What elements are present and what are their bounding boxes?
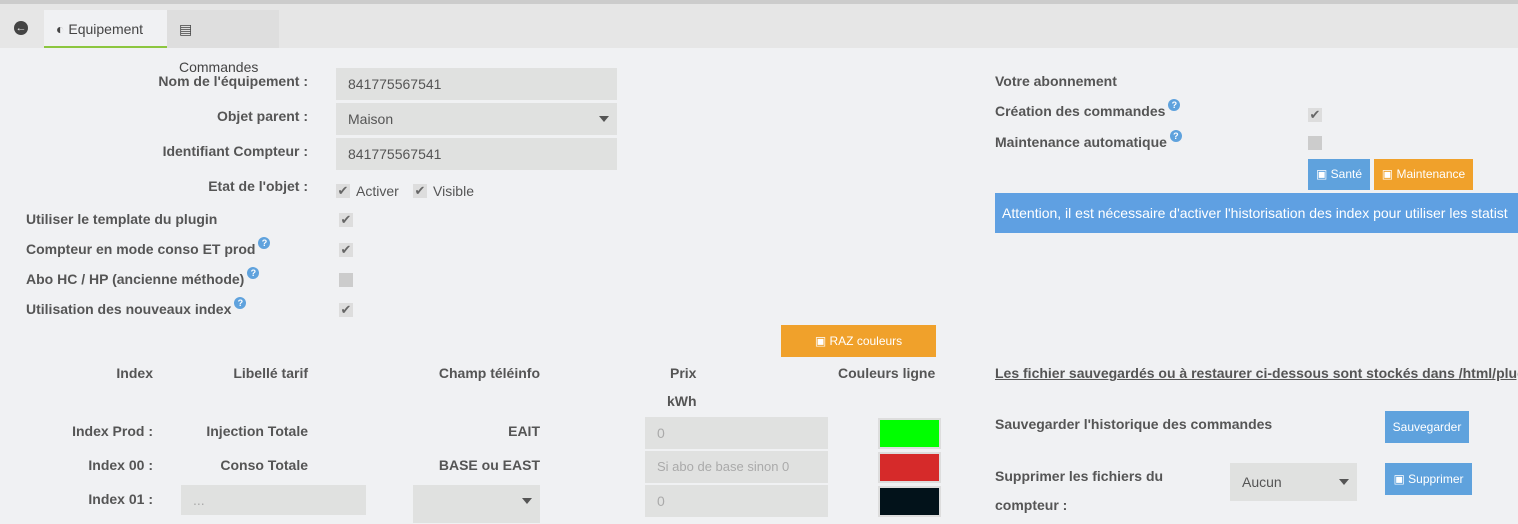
nouveaux-checkbox[interactable]: ✔ xyxy=(339,303,353,317)
abo-checkbox[interactable] xyxy=(339,273,353,287)
etat-label: Etat de l'objet : xyxy=(208,178,308,194)
nouveaux-label: Utilisation des nouveaux index? xyxy=(26,297,247,317)
dashboard-icon: ◐ xyxy=(56,21,69,37)
sante-button[interactable]: ▣ Santé xyxy=(1308,159,1370,190)
raz-label: RAZ couleurs xyxy=(829,334,903,348)
row-champ: BASE ou EAST xyxy=(438,457,540,473)
delete-select[interactable]: Aucun xyxy=(1230,463,1357,501)
back-arrow-icon[interactable]: ← xyxy=(14,21,28,35)
color-swatch xyxy=(880,488,939,515)
libelle-input[interactable]: ... xyxy=(181,485,366,515)
creation-label: Création des commandes? xyxy=(995,99,1181,119)
maintenance-auto-checkbox[interactable] xyxy=(1308,136,1322,150)
prix-input[interactable]: Si abo de base sinon 0 xyxy=(645,451,828,483)
abo-text: Abo HC / HP (ancienne méthode) xyxy=(26,271,245,287)
delete-label: Supprimer les fichiers du xyxy=(995,468,1164,484)
medkit-icon: ▣ xyxy=(1315,167,1331,181)
conso-prod-text: Compteur en mode conso ET prod xyxy=(26,241,256,257)
delete-button[interactable]: ▣ Supprimer xyxy=(1385,463,1472,495)
ident-label: Identifiant Compteur : xyxy=(162,143,308,159)
caret-down-icon xyxy=(522,498,532,504)
abo-label: Abo HC / HP (ancienne méthode)? xyxy=(26,267,260,287)
col-libelle: Libellé tarif xyxy=(233,365,308,381)
medkit-icon: ▣ xyxy=(1393,472,1409,486)
caret-down-icon xyxy=(1339,479,1349,485)
nom-label: Nom de l'équipement : xyxy=(158,73,308,89)
row-index: Index 01 : xyxy=(88,491,153,507)
visible-checkbox[interactable]: ✔ xyxy=(413,184,427,198)
help-icon[interactable]: ? xyxy=(1169,130,1182,142)
col-index: Index xyxy=(116,365,153,381)
parent-label: Objet parent : xyxy=(216,108,308,124)
tab-label: Equipement xyxy=(68,21,144,37)
color-picker[interactable] xyxy=(878,486,941,517)
save-label: Sauvegarder l'historique des commandes xyxy=(995,416,1273,432)
maintenance-label: Maintenance xyxy=(1396,167,1466,181)
hospital-icon: ▣ xyxy=(1381,167,1397,181)
row-index: Index 00 : xyxy=(88,457,153,473)
parent-value: Maison xyxy=(348,111,394,127)
nom-input[interactable]: 841775567541 xyxy=(336,68,617,100)
col-prix: Prix xyxy=(670,365,697,381)
color-swatch xyxy=(880,420,939,447)
list-icon: ▤ xyxy=(179,21,193,37)
medkit-icon: ▣ xyxy=(814,334,830,348)
caret-down-icon xyxy=(599,116,609,122)
row-libelle: Injection Totale xyxy=(206,423,308,439)
conso-prod-checkbox[interactable]: ✔ xyxy=(339,243,353,257)
parent-select[interactable]: Maison xyxy=(336,103,617,135)
col-couleurs: Couleurs ligne xyxy=(838,365,936,381)
creation-checkbox[interactable]: ✔ xyxy=(1308,108,1322,122)
help-icon[interactable]: ? xyxy=(258,237,271,249)
creation-text: Création des commandes xyxy=(995,103,1166,119)
color-swatch xyxy=(880,454,939,481)
help-icon[interactable]: ? xyxy=(247,267,260,279)
maintenance-auto-text: Maintenance automatique xyxy=(995,134,1167,150)
ident-input[interactable]: 841775567541 xyxy=(336,138,617,170)
visible-label: Visible xyxy=(433,183,474,199)
template-label: Utiliser le template du plugin xyxy=(26,211,218,227)
sante-label: Santé xyxy=(1330,167,1363,181)
raz-couleurs-button[interactable]: ▣ RAZ couleurs xyxy=(781,325,936,357)
abonnement-heading: Votre abonnement xyxy=(995,73,1117,89)
row-libelle: Conso Totale xyxy=(220,457,308,473)
nouveaux-text: Utilisation des nouveaux index xyxy=(26,301,232,317)
tab-commandes[interactable]: ▤ Commandes xyxy=(167,10,279,75)
conso-prod-label: Compteur en mode conso ET prod? xyxy=(26,237,271,257)
maintenance-button[interactable]: ▣ Maintenance xyxy=(1374,159,1473,190)
row-champ: EAIT xyxy=(508,423,540,439)
activer-label: Activer xyxy=(356,183,399,199)
col-champ: Champ téléinfo xyxy=(438,365,540,381)
delete-label-2: compteur : xyxy=(995,497,1068,513)
color-picker[interactable] xyxy=(878,418,941,449)
activer-checkbox[interactable]: ✔ xyxy=(336,184,350,198)
prix-input[interactable]: 0 xyxy=(645,485,828,517)
delete-label-text: Supprimer xyxy=(1408,472,1464,486)
color-picker[interactable] xyxy=(878,452,941,483)
help-icon[interactable]: ? xyxy=(234,297,247,309)
template-checkbox[interactable]: ✔ xyxy=(339,213,353,227)
tab-equipement[interactable]: ◐ Equipement xyxy=(44,10,167,48)
champ-select[interactable] xyxy=(413,485,540,523)
maintenance-auto-label: Maintenance automatique? xyxy=(995,130,1182,150)
delete-select-value: Aucun xyxy=(1242,474,1282,490)
help-icon[interactable]: ? xyxy=(1168,99,1181,111)
prix-input[interactable]: 0 xyxy=(645,417,828,449)
row-index: Index Prod : xyxy=(72,423,153,439)
storage-note: Les fichier sauvegardés ou à restaurer c… xyxy=(995,365,1518,381)
col-prix-unit: kWh xyxy=(667,393,697,409)
historisation-alert: Attention, il est nécessaire d'activer l… xyxy=(995,193,1518,233)
save-button[interactable]: Sauvegarder xyxy=(1385,411,1469,443)
